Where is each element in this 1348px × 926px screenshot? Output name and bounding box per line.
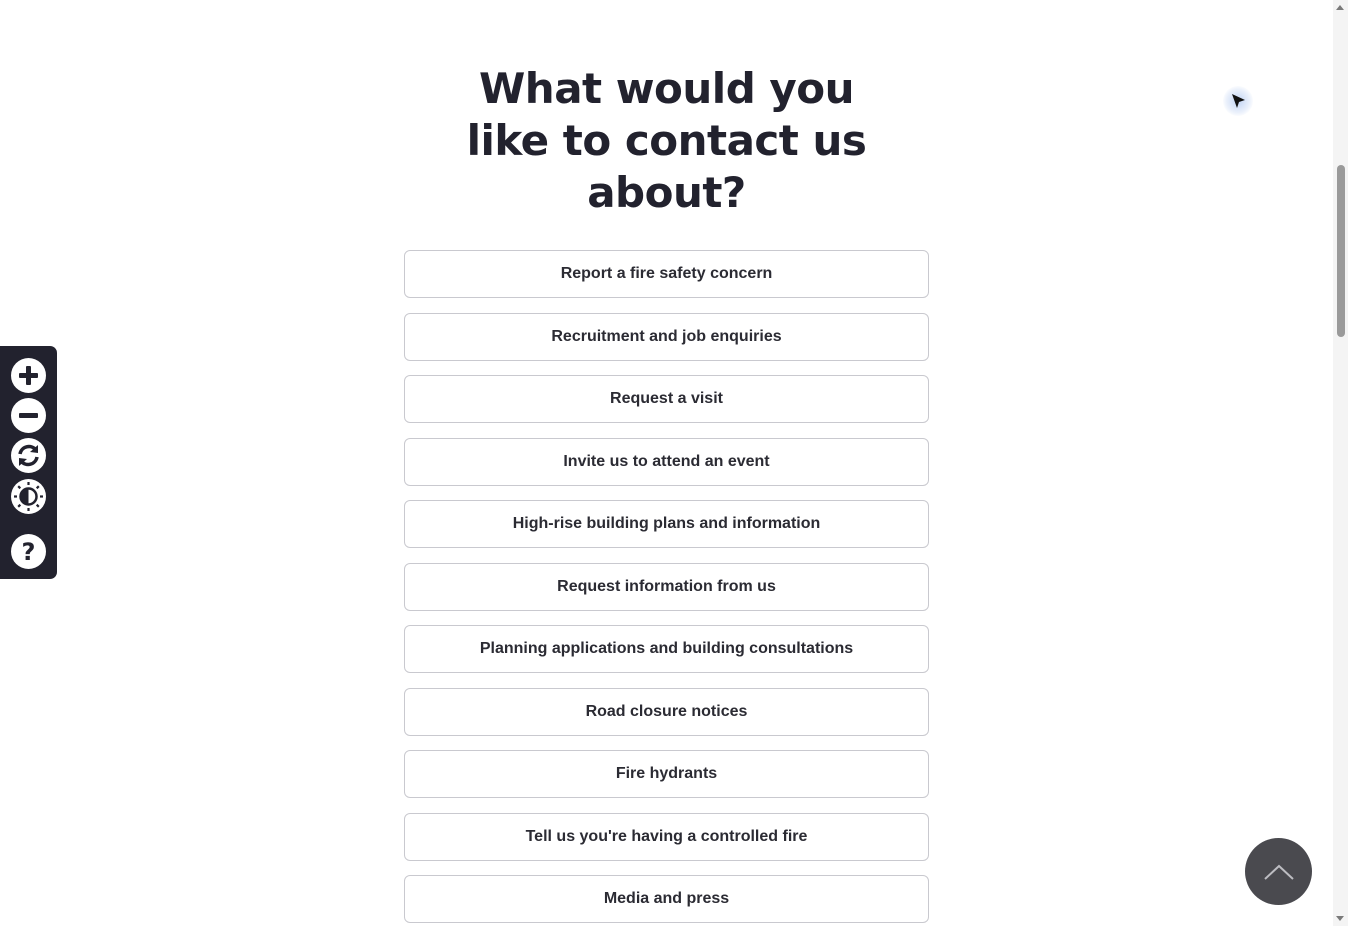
option-request-information[interactable]: Request information from us — [404, 562, 929, 611]
accessibility-toolbar: ? — [0, 346, 57, 579]
option-media-press[interactable]: Media and press — [404, 875, 929, 923]
option-controlled-fire[interactable]: Tell us you're having a controlled fire — [404, 812, 929, 861]
scroll-up-arrow-icon[interactable] — [1336, 5, 1344, 10]
option-invite-event[interactable]: Invite us to attend an event — [404, 437, 929, 486]
option-request-visit[interactable]: Request a visit — [404, 375, 929, 423]
option-fire-hydrants[interactable]: Fire hydrants — [404, 750, 929, 798]
help-icon: ? — [22, 538, 36, 566]
contact-options-list: Report a fire safety concern Recruitment… — [404, 250, 929, 926]
heading-line-1: What would you — [478, 64, 855, 113]
scrollbar-thumb[interactable] — [1337, 165, 1345, 337]
heading-line-3: about? — [587, 168, 746, 217]
svg-text:?: ? — [22, 538, 36, 566]
contrast-icon — [14, 482, 43, 511]
option-high-rise-building[interactable]: High-rise building plans and information — [404, 500, 929, 548]
mouse-cursor-highlight — [1223, 86, 1253, 116]
vertical-scrollbar[interactable] — [1333, 0, 1348, 926]
option-planning-applications[interactable]: Planning applications and building consu… — [404, 625, 929, 673]
back-to-top-button[interactable] — [1245, 838, 1312, 905]
pointer-cursor-icon — [1232, 94, 1245, 108]
reset-button[interactable] — [11, 438, 46, 473]
option-recruitment-job-enquiries[interactable]: Recruitment and job enquiries — [404, 312, 929, 361]
option-report-fire-safety-concern[interactable]: Report a fire safety concern — [404, 250, 929, 298]
scroll-down-arrow-icon[interactable] — [1336, 916, 1344, 921]
minus-icon — [19, 413, 38, 418]
refresh-icon — [18, 444, 39, 467]
page-heading: What would you like to contact us about? — [404, 63, 929, 219]
plus-icon — [19, 366, 38, 385]
heading-line-2: like to contact us — [466, 116, 867, 165]
page: What would you like to contact us about?… — [0, 0, 1348, 926]
option-road-closure-notices[interactable]: Road closure notices — [404, 687, 929, 736]
contrast-button[interactable] — [11, 479, 46, 514]
help-button[interactable]: ? — [11, 534, 46, 569]
chevron-up-icon — [1263, 864, 1294, 880]
zoom-out-button[interactable] — [11, 398, 46, 433]
zoom-in-button[interactable] — [11, 358, 46, 393]
